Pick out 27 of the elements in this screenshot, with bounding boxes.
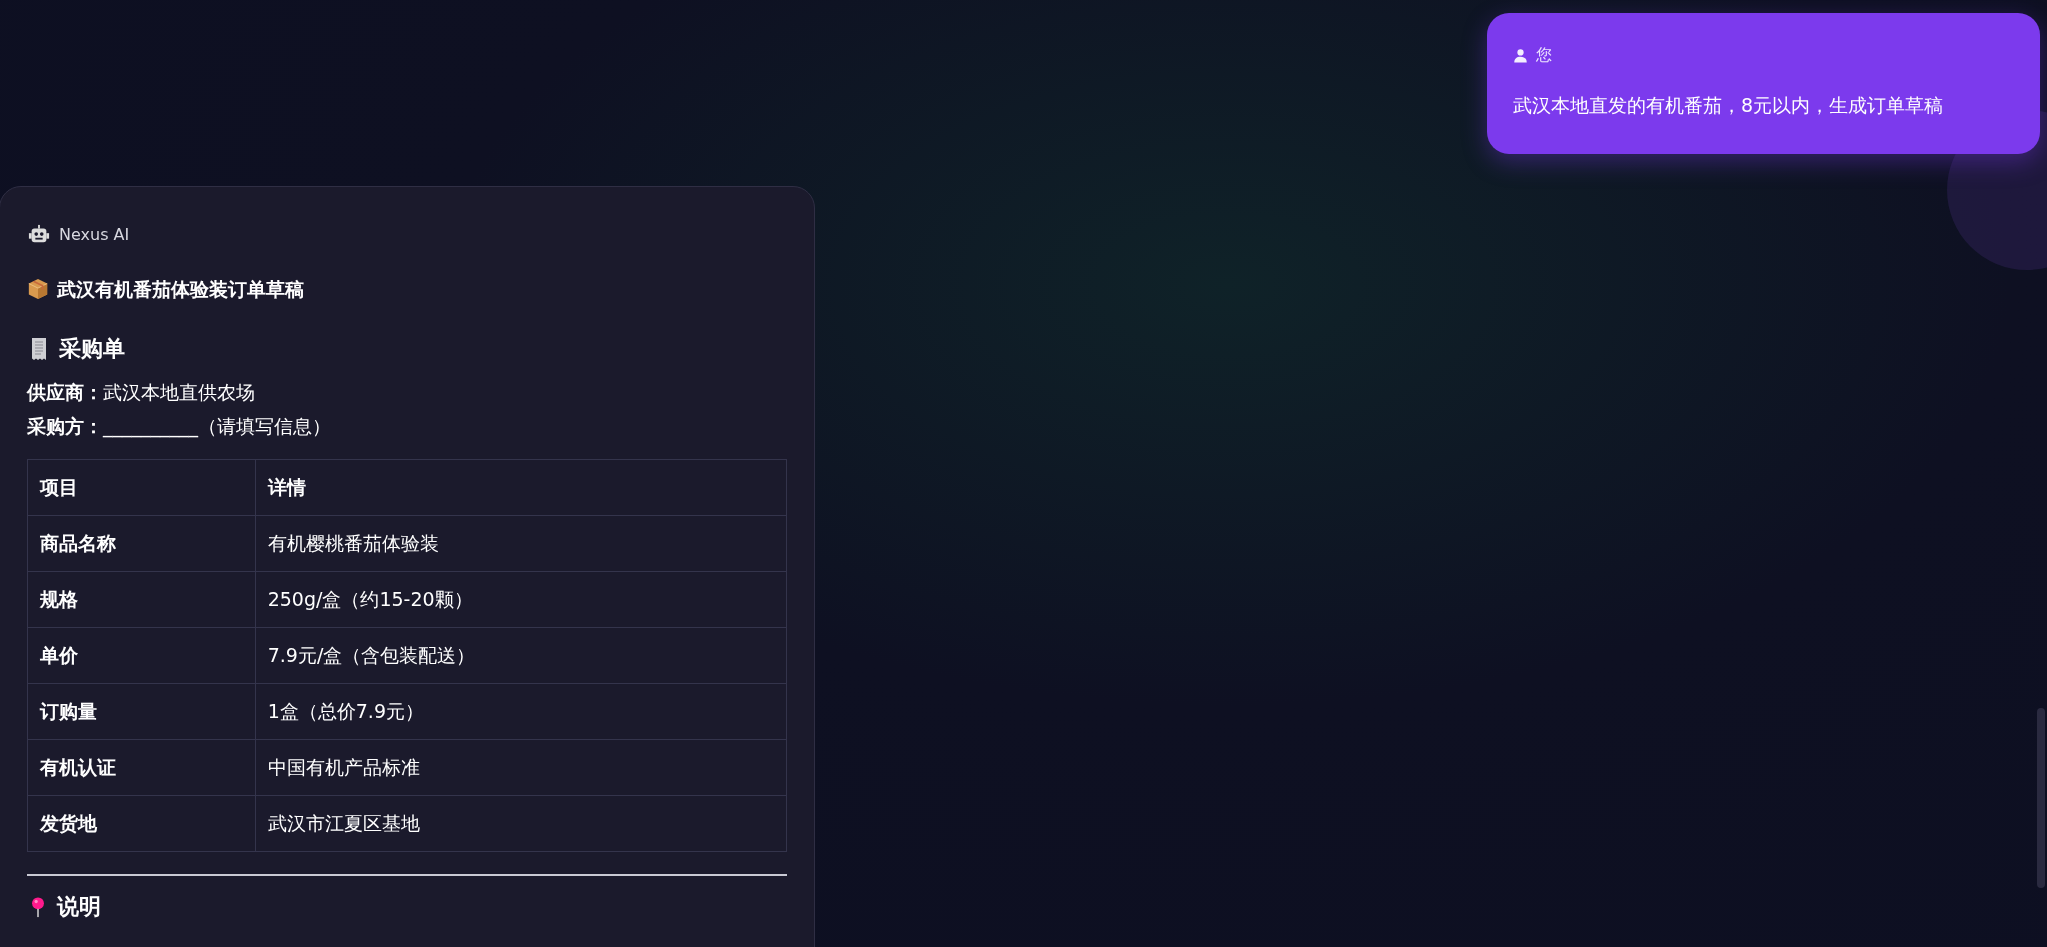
message-text: 武汉本地直发的有机番茄，8元以内，生成订单草稿 [1513, 93, 1945, 118]
field-label: 采购方： [27, 413, 103, 437]
table-cell: 单价 [27, 627, 256, 684]
field-value: __________（请填写信息） [103, 413, 331, 440]
table-cell: 有机樱桃番茄体验装 [255, 515, 787, 572]
section-heading: 采购单 [59, 334, 125, 363]
table-cell: 商品名称 [27, 515, 256, 572]
scrollbar-thumb[interactable] [2037, 708, 2045, 888]
table-cell: 有机认证 [27, 739, 256, 796]
sender-name: Nexus AI [59, 223, 130, 246]
message-title: 武汉有机番茄体验装订单草稿 [57, 276, 304, 302]
table-cell: 1盒（总价7.9元） [255, 683, 787, 740]
person-icon [1513, 47, 1528, 63]
table-cell: 中国有机产品标准 [255, 739, 787, 796]
table-cell: 武汉市江夏区基地 [255, 795, 787, 852]
field-value: 武汉本地直供农场 [103, 380, 255, 406]
column-header: 项目 [27, 459, 256, 516]
field-label: 供应商： [27, 380, 103, 406]
table-cell: 250g/盒（约15-20颗） [255, 571, 787, 628]
table-cell: 7.9元/盒（含包装配送） [255, 627, 787, 684]
table-cell: 发货地 [27, 795, 256, 852]
table-cell: 规格 [27, 571, 256, 628]
sender-name: 您 [1536, 44, 1552, 66]
column-header: 详情 [255, 459, 787, 516]
package-icon [27, 278, 49, 301]
section-heading: 说明 [57, 892, 101, 921]
table-cell: 订购量 [27, 683, 256, 740]
